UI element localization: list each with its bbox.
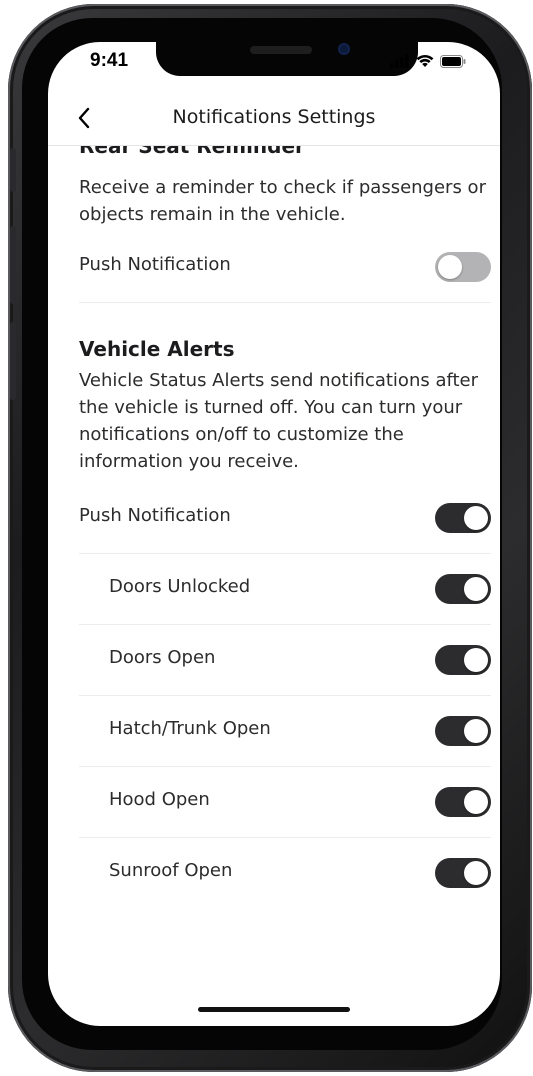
- device-mockup: 9:41 Notifications Settings Rear Seat Re…: [0, 0, 533, 1076]
- front-camera: [338, 43, 350, 55]
- battery-icon: [440, 54, 466, 68]
- navigation-bar: Notifications Settings: [48, 96, 500, 142]
- wifi-icon: [416, 54, 434, 67]
- hatch-trunk-open-toggle[interactable]: [435, 716, 491, 746]
- status-time: 9:41: [90, 50, 129, 71]
- phone-screen: 9:41 Notifications Settings Rear Seat Re…: [48, 42, 500, 1026]
- rear-seat-title-clip: Rear Seat Reminder: [79, 146, 491, 164]
- hood-open-toggle[interactable]: [435, 787, 491, 817]
- speaker-grille: [250, 46, 312, 54]
- vehicle-alerts-push-label: Push Notification: [79, 505, 231, 526]
- alert-row-hood-open: Hood Open: [79, 767, 491, 838]
- vehicle-alerts-title: Vehicle Alerts: [79, 337, 235, 361]
- toggle-knob: [464, 577, 488, 601]
- vehicle-alerts-description: Vehicle Status Alerts send notifications…: [79, 370, 479, 472]
- alert-row-sunroof-open: Sunroof Open: [79, 838, 491, 908]
- rear-seat-title: Rear Seat Reminder: [79, 146, 305, 158]
- status-icons: [390, 54, 466, 68]
- home-indicator[interactable]: [198, 1007, 350, 1012]
- alert-label: Doors Open: [109, 647, 216, 668]
- rear-seat-push-row: Push Notification: [79, 232, 491, 303]
- alert-row-hatch-trunk-open: Hatch/Trunk Open: [79, 696, 491, 767]
- alert-label: Hood Open: [109, 789, 210, 810]
- doors-open-toggle[interactable]: [435, 645, 491, 675]
- alert-label: Doors Unlocked: [109, 576, 251, 597]
- vehicle-alerts-push-toggle[interactable]: [435, 503, 491, 533]
- doors-unlocked-toggle[interactable]: [435, 574, 491, 604]
- settings-content: Rear Seat Reminder Receive a reminder to…: [79, 146, 491, 908]
- alert-row-doors-unlocked: Doors Unlocked: [79, 554, 491, 625]
- alert-row-doors-open: Doors Open: [79, 625, 491, 696]
- toggle-knob: [438, 255, 462, 279]
- page-title: Notifications Settings: [172, 106, 376, 128]
- toggle-knob: [464, 648, 488, 672]
- rear-seat-description: Receive a reminder to check if passenger…: [79, 177, 486, 225]
- alert-label: Sunroof Open: [109, 860, 233, 881]
- toggle-knob: [464, 506, 488, 530]
- volume-down-button: [10, 322, 16, 400]
- sunroof-open-toggle[interactable]: [435, 858, 491, 888]
- alert-label: Hatch/Trunk Open: [109, 718, 271, 739]
- vehicle-alerts-push-row: Push Notification: [79, 483, 491, 554]
- mute-switch: [10, 148, 16, 192]
- rear-seat-push-toggle[interactable]: [435, 252, 491, 282]
- toggle-knob: [464, 790, 488, 814]
- volume-up-button: [10, 226, 16, 304]
- rear-seat-push-label: Push Notification: [79, 254, 231, 275]
- toggle-knob: [464, 861, 488, 885]
- toggle-knob: [464, 719, 488, 743]
- notch: [156, 42, 418, 76]
- signal-icon: [390, 54, 409, 68]
